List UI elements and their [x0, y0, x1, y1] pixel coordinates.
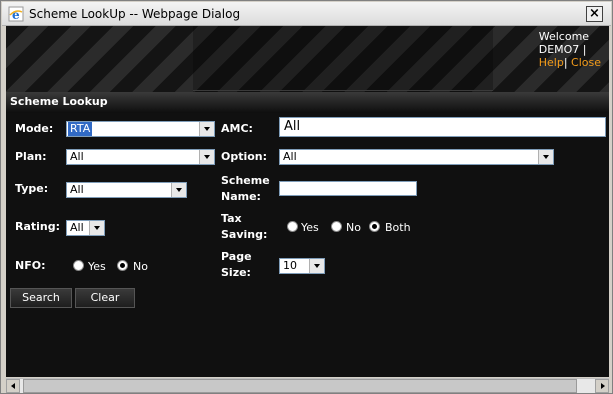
amc-input[interactable]: All [279, 117, 606, 137]
window-title: Scheme LookUp -- Webpage Dialog [29, 7, 241, 21]
header-banner: Welcome DEMO7 | Help| Close [6, 26, 609, 92]
option-value: All [283, 150, 297, 163]
page-size-label-line2: Size: [221, 266, 251, 279]
tax-label-line1: Tax [221, 212, 242, 225]
chevron-down-icon [171, 183, 186, 197]
scheme-label-line2: Name: [221, 190, 261, 203]
nfo-label: NFO: [15, 259, 46, 272]
plan-select[interactable]: All [66, 149, 215, 165]
tax-both-label: Both [385, 221, 411, 234]
header-links: Help| Close [539, 56, 601, 69]
amc-label: AMC: [221, 122, 253, 135]
dialog-content: Welcome DEMO7 | Help| Close Scheme Looku… [6, 26, 609, 377]
section-header: Scheme Lookup [6, 92, 609, 113]
chevron-down-icon [89, 221, 104, 235]
title-bar: e Scheme LookUp -- Webpage Dialog × [2, 2, 611, 26]
rating-select[interactable]: All [66, 220, 105, 236]
username: DEMO7 | [538, 43, 587, 56]
plan-value: All [70, 150, 84, 163]
tax-label-line2: Saving: [221, 228, 268, 241]
clear-button[interactable]: Clear [75, 288, 135, 308]
chevron-down-icon [538, 150, 553, 164]
svg-text:e: e [12, 8, 20, 22]
option-select[interactable]: All [279, 149, 554, 165]
link-separator: | [563, 56, 568, 69]
page-size-label-line1: Page [221, 250, 252, 263]
scheme-label-line1: Scheme [221, 174, 270, 187]
tax-yes-label: Yes [301, 221, 319, 234]
page-size-value: 10 [283, 259, 297, 272]
rating-value: All [70, 221, 84, 234]
option-label: Option: [221, 150, 268, 163]
scroll-right-icon[interactable] [595, 379, 609, 393]
section-title: Scheme Lookup [10, 95, 108, 108]
nfo-no-radio[interactable] [117, 260, 128, 271]
tax-both-radio[interactable] [369, 221, 380, 232]
nfo-yes-radio[interactable] [73, 260, 84, 271]
mode-value: RTA [68, 122, 93, 136]
mode-label: Mode: [15, 122, 54, 135]
chevron-down-icon [199, 122, 214, 136]
mode-select[interactable]: RTA [66, 121, 215, 137]
tax-yes-radio[interactable] [287, 221, 298, 232]
scheme-name-input[interactable] [279, 181, 417, 196]
header-shade [193, 26, 493, 92]
type-value: All [70, 183, 84, 196]
nfo-yes-label: Yes [88, 260, 106, 273]
tax-no-label: No [346, 221, 361, 234]
close-link[interactable]: Close [571, 56, 601, 69]
search-button[interactable]: Search [10, 288, 72, 308]
close-window-button[interactable]: × [586, 6, 603, 22]
help-link[interactable]: Help [539, 56, 564, 69]
chevron-down-icon [199, 150, 214, 164]
dialog-window: e Scheme LookUp -- Webpage Dialog × Welc… [0, 0, 613, 394]
type-select[interactable]: All [66, 182, 187, 198]
rating-label: Rating: [15, 220, 61, 233]
ie-icon: e [8, 6, 24, 22]
welcome-text: Welcome [538, 30, 590, 43]
horizontal-scrollbar[interactable] [6, 378, 609, 393]
nfo-no-label: No [133, 260, 148, 273]
scrollbar-thumb[interactable] [23, 379, 577, 393]
scroll-left-icon[interactable] [6, 379, 20, 393]
header-divider [193, 90, 493, 91]
plan-label: Plan: [15, 150, 47, 163]
tax-no-radio[interactable] [331, 221, 342, 232]
type-label: Type: [15, 182, 49, 195]
welcome-box: Welcome DEMO7 | Help| Close [539, 30, 601, 69]
chevron-down-icon [309, 259, 324, 273]
page-size-select[interactable]: 10 [279, 258, 325, 274]
amc-value: All [284, 119, 301, 134]
